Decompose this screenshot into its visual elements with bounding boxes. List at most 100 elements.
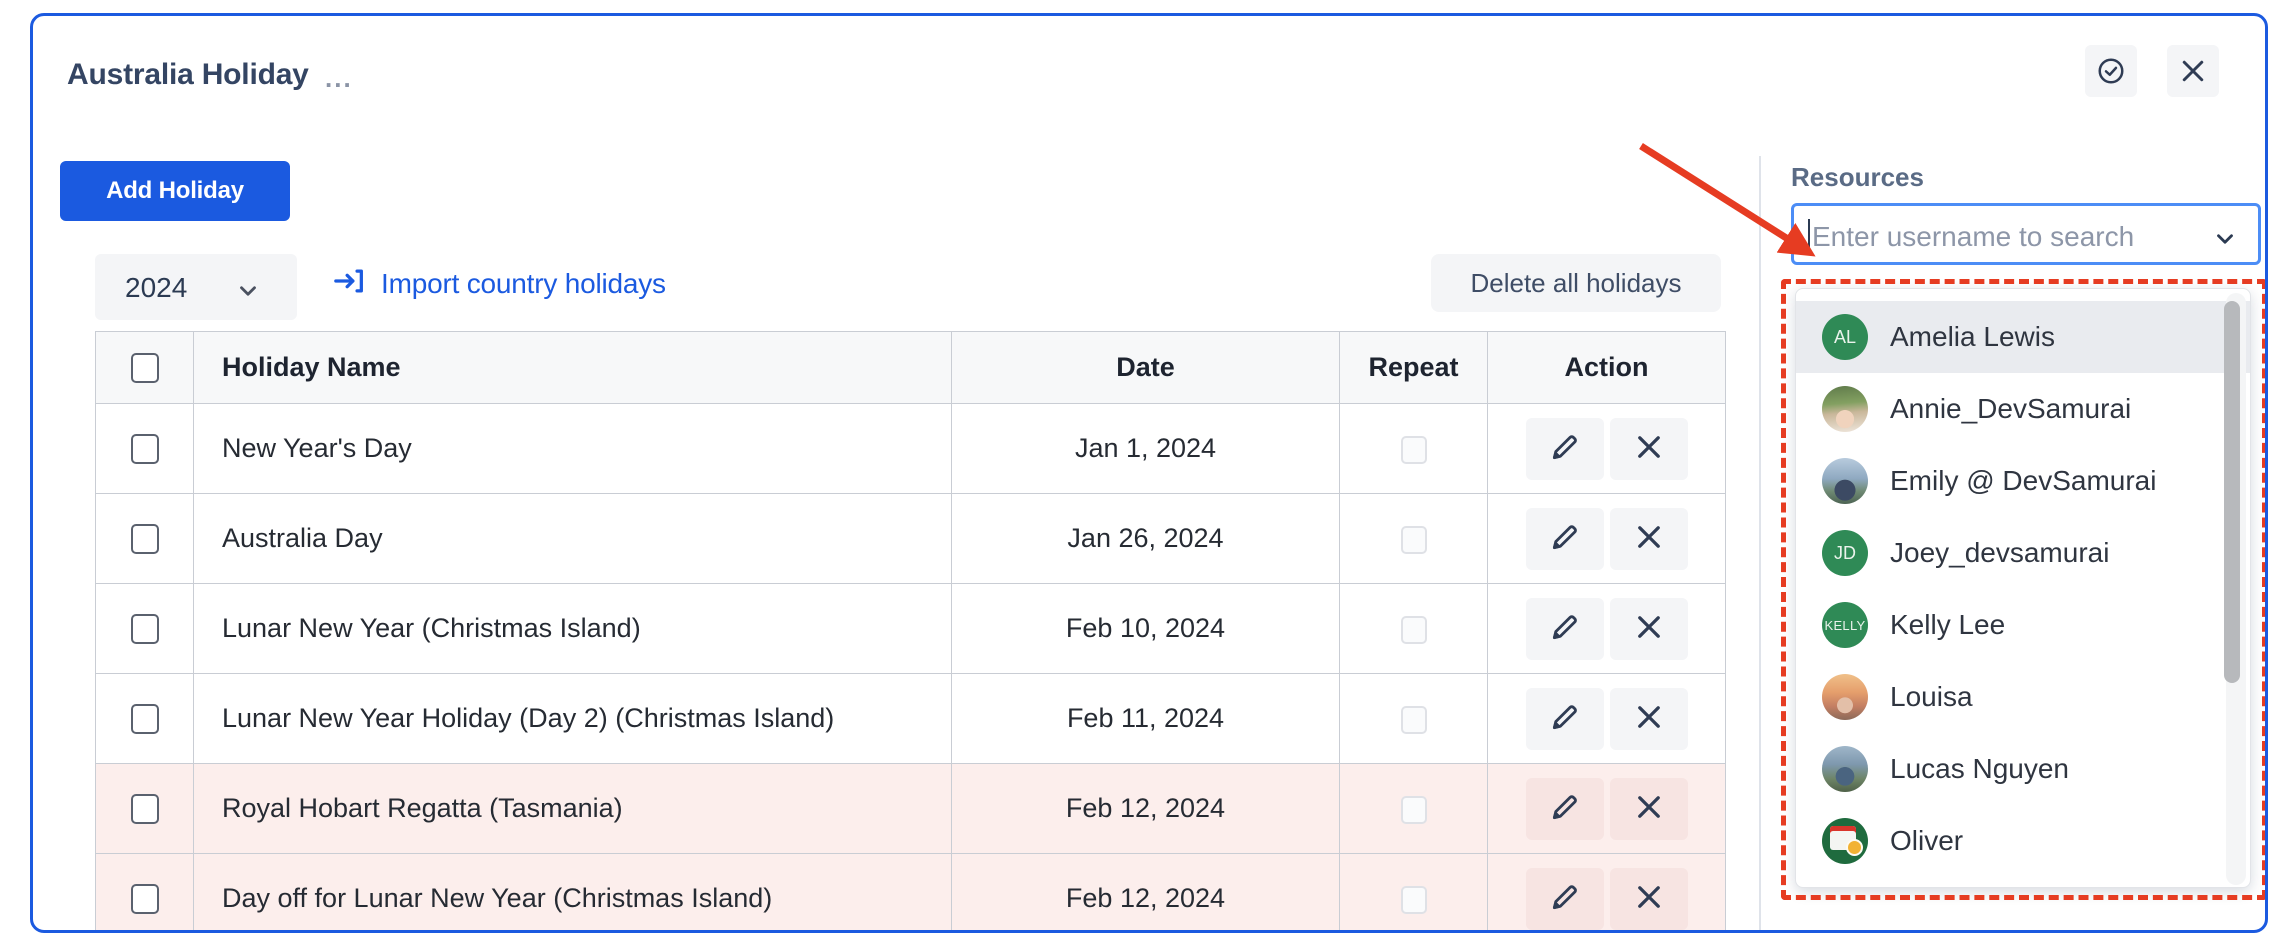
repeat-checkbox[interactable] (1401, 706, 1427, 734)
confirm-button[interactable] (2085, 45, 2137, 97)
holiday-repeat-cell (1340, 854, 1488, 933)
resource-option-label: Joey_devsamurai (1890, 537, 2109, 569)
row-checkbox[interactable] (131, 794, 159, 824)
repeat-checkbox[interactable] (1401, 436, 1427, 464)
row-checkbox[interactable] (131, 704, 159, 734)
avatar (1822, 746, 1868, 792)
pencil-icon (1548, 700, 1582, 737)
year-select[interactable]: 2024 (95, 254, 297, 320)
edit-holiday-button[interactable] (1526, 418, 1604, 480)
resource-option[interactable]: Lucas Nguyen (1796, 733, 2250, 805)
edit-holiday-button[interactable] (1526, 598, 1604, 660)
resource-option[interactable]: Oliver (1796, 805, 2250, 877)
row-checkbox[interactable] (131, 614, 159, 644)
column-header-holiday-name[interactable]: Holiday Name (194, 332, 952, 404)
avatar: JD (1822, 530, 1868, 576)
resource-option[interactable]: JD Joey_devsamurai (1796, 517, 2250, 589)
pencil-icon (1548, 880, 1582, 917)
holiday-name-cell: Lunar New Year Holiday (Day 2) (Christma… (194, 674, 952, 764)
holiday-repeat-cell (1340, 674, 1488, 764)
resource-option-label: Lucas Nguyen (1890, 753, 2069, 785)
panel-divider (1759, 156, 1761, 933)
resource-option[interactable]: AL Amelia Lewis (1796, 301, 2250, 373)
pencil-icon (1548, 430, 1582, 467)
repeat-checkbox[interactable] (1401, 796, 1427, 824)
dropdown-scrollbar-track[interactable] (2226, 293, 2246, 885)
edit-holiday-button[interactable] (1526, 868, 1604, 930)
repeat-checkbox[interactable] (1401, 616, 1427, 644)
add-holiday-button[interactable]: Add Holiday (60, 161, 290, 221)
table-row: Royal Hobart Regatta (Tasmania)Feb 12, 2… (96, 764, 1726, 854)
table-row: New Year's DayJan 1, 2024 (96, 404, 1726, 494)
holiday-action-cell (1488, 674, 1726, 764)
delete-holiday-button[interactable] (1610, 418, 1688, 480)
pencil-icon (1548, 520, 1582, 557)
edit-holiday-button[interactable] (1526, 688, 1604, 750)
resource-options: AL Amelia Lewis Annie_DevSamurai Emily @ De… (1796, 301, 2250, 877)
resource-dropdown-list[interactable]: AL Amelia Lewis Annie_DevSamurai Emily @ De… (1795, 288, 2251, 888)
chevron-down-icon[interactable] (2212, 226, 2238, 257)
resource-option-label: Annie_DevSamurai (1890, 393, 2131, 425)
dropdown-scrollbar-thumb[interactable] (2224, 301, 2240, 683)
title-ellipsis[interactable]: ... (325, 63, 353, 94)
delete-holiday-button[interactable] (1610, 688, 1688, 750)
pencil-icon (1548, 790, 1582, 827)
delete-holiday-button[interactable] (1610, 508, 1688, 570)
close-icon (1632, 430, 1666, 467)
edit-holiday-button[interactable] (1526, 778, 1604, 840)
resource-option[interactable]: Emily @ DevSamurai (1796, 445, 2250, 517)
avatar (1822, 386, 1868, 432)
close-icon (1632, 610, 1666, 647)
holiday-date-cell: Jan 1, 2024 (952, 404, 1340, 494)
resource-option[interactable]: Louisa (1796, 661, 2250, 733)
holiday-date-cell: Feb 10, 2024 (952, 584, 1340, 674)
select-all-checkbox[interactable] (131, 353, 159, 383)
holiday-action-cell (1488, 854, 1726, 933)
column-header-repeat[interactable]: Repeat (1340, 332, 1488, 404)
table-head: Holiday Name Date Repeat Action (96, 332, 1726, 404)
holiday-date-cell: Feb 12, 2024 (952, 854, 1340, 933)
holiday-date-cell: Feb 11, 2024 (952, 674, 1340, 764)
holiday-repeat-cell (1340, 494, 1488, 584)
resource-search-input[interactable]: Enter username to search (1791, 203, 2261, 265)
table-row: Day off for Lunar New Year (Christmas Is… (96, 854, 1726, 933)
delete-holiday-button[interactable] (1610, 778, 1688, 840)
holiday-action-cell (1488, 404, 1726, 494)
row-select-cell (96, 674, 194, 764)
row-select-cell (96, 854, 194, 933)
delete-holiday-button[interactable] (1610, 868, 1688, 930)
edit-holiday-button[interactable] (1526, 508, 1604, 570)
holiday-action-cell (1488, 494, 1726, 584)
row-select-cell (96, 584, 194, 674)
close-modal-button[interactable] (2167, 45, 2219, 97)
column-header-date[interactable]: Date (952, 332, 1340, 404)
avatar: AL (1822, 314, 1868, 360)
holiday-table: Holiday Name Date Repeat Action New Year… (95, 331, 1726, 933)
close-icon (1632, 880, 1666, 917)
resource-option[interactable]: KELLYKelly Lee (1796, 589, 2250, 661)
repeat-checkbox[interactable] (1401, 526, 1427, 554)
check-circle-icon (2096, 56, 2126, 86)
resource-option-label: Kelly Lee (1890, 609, 2005, 641)
table-header-row: Holiday Name Date Repeat Action (96, 332, 1726, 404)
row-checkbox[interactable] (131, 524, 159, 554)
resource-option[interactable]: Annie_DevSamurai (1796, 373, 2250, 445)
close-icon (1632, 790, 1666, 827)
avatar (1822, 674, 1868, 720)
resource-search-placeholder: Enter username to search (1812, 221, 2134, 253)
row-select-cell (96, 404, 194, 494)
holiday-name-cell: New Year's Day (194, 404, 952, 494)
resource-option-label: Amelia Lewis (1890, 321, 2055, 353)
delete-holiday-button[interactable] (1610, 598, 1688, 660)
table-row: Lunar New Year Holiday (Day 2) (Christma… (96, 674, 1726, 764)
resources-label: Resources (1791, 162, 2261, 193)
avatar (1822, 458, 1868, 504)
repeat-checkbox[interactable] (1401, 886, 1427, 914)
row-checkbox[interactable] (131, 434, 159, 464)
row-checkbox[interactable] (131, 884, 159, 914)
import-country-holidays-link[interactable]: Import country holidays (333, 264, 666, 303)
holiday-repeat-cell (1340, 764, 1488, 854)
resources-panel: Resources Enter username to search (1791, 162, 2261, 265)
delete-all-holidays-button[interactable]: Delete all holidays (1431, 254, 1721, 312)
holiday-name-cell: Australia Day (194, 494, 952, 584)
